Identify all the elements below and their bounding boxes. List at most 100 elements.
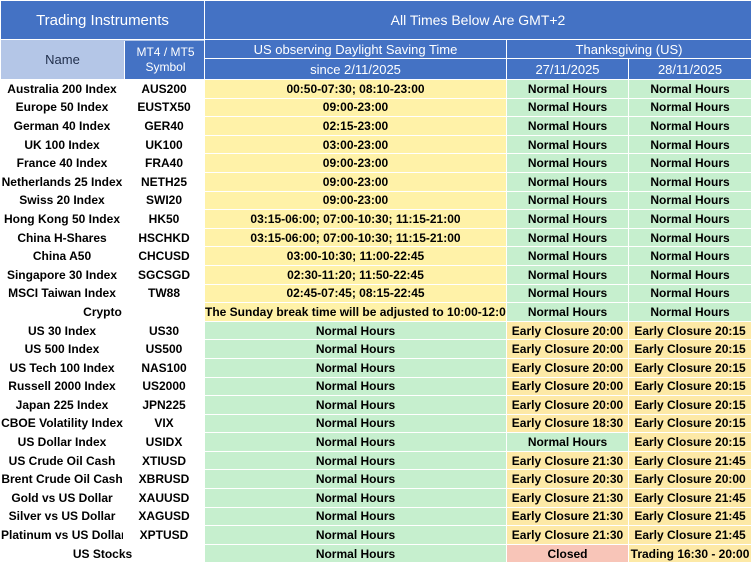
instrument-symbol: XPTUSD <box>124 526 205 545</box>
hours-date1: Early Closure 20:00 <box>507 340 629 359</box>
instrument-symbol: TW88 <box>124 284 205 303</box>
hours-since: Normal Hours <box>205 358 507 377</box>
hours-since: 02:30-11:20; 11:50-22:45 <box>205 265 507 284</box>
instrument-name: Swiss 20 Index <box>1 191 124 210</box>
instrument-name: France 40 Index <box>1 154 124 173</box>
table-row: US Crude Oil CashXTIUSDNormal HoursEarly… <box>1 451 751 470</box>
instrument-name: Europe 50 Index <box>1 98 124 117</box>
instrument-name: China A50 <box>1 247 124 266</box>
hours-since: Normal Hours <box>205 433 507 452</box>
hours-date1: Early Closure 20:00 <box>507 377 629 396</box>
hours-date1: Early Closure 20:00 <box>507 321 629 340</box>
hours-date2: Early Closure 20:15 <box>629 433 751 452</box>
table-row: China A50CHCUSD03:00-10:30; 11:00-22:45N… <box>1 247 751 266</box>
symbol-header-line1: MT4 / MT5 <box>125 45 205 60</box>
hours-date2: Early Closure 21:45 <box>629 451 751 470</box>
table-row: CBOE Volatility IndexVIXNormal HoursEarl… <box>1 414 751 433</box>
hours-date2: Normal Hours <box>629 172 751 191</box>
hours-since: Normal Hours <box>205 544 507 563</box>
instrument-name: Singapore 30 Index <box>1 265 124 284</box>
instrument-symbol: JPN225 <box>124 396 205 415</box>
dst-note: US observing Daylight Saving Time <box>205 40 507 59</box>
instrument-symbol: US500 <box>124 340 205 359</box>
hours-since: Normal Hours <box>205 414 507 433</box>
hours-date1: Closed <box>507 544 629 563</box>
instrument-symbol: USIDX <box>124 433 205 452</box>
instrument-symbol: XAGUSD <box>124 507 205 526</box>
instrument-symbol: FRA40 <box>124 154 205 173</box>
hours-date1: Normal Hours <box>507 303 629 322</box>
instrument-name: Australia 200 Index <box>1 80 124 99</box>
hours-date1: Normal Hours <box>507 172 629 191</box>
hours-date1: Normal Hours <box>507 135 629 154</box>
table-row: China H-SharesHSCHKD03:15-06:00; 07:00-1… <box>1 228 751 247</box>
instrument-symbol: UK100 <box>124 135 205 154</box>
instrument-name: US 500 Index <box>1 340 124 359</box>
hours-date1: Early Closure 20:00 <box>507 358 629 377</box>
hours-date2: Normal Hours <box>629 191 751 210</box>
table-body: Australia 200 IndexAUS20000:50-07:30; 08… <box>1 80 751 563</box>
hours-date1: Normal Hours <box>507 247 629 266</box>
instrument-name: CBOE Volatility Index <box>1 414 124 433</box>
hours-date2: Early Closure 20:00 <box>629 470 751 489</box>
table-row: US Tech 100 IndexNAS100Normal HoursEarly… <box>1 358 751 377</box>
symbol-header: MT4 / MT5 Symbol <box>124 41 205 79</box>
hours-date1: Normal Hours <box>507 265 629 284</box>
instrument-symbol: EUSTX50 <box>124 98 205 117</box>
table-row: Singapore 30 IndexSGCSGD02:30-11:20; 11:… <box>1 265 751 284</box>
hours-date2: Normal Hours <box>629 247 751 266</box>
instrument-symbol: GER40 <box>124 117 205 136</box>
hours-date2: Early Closure 20:15 <box>629 377 751 396</box>
hours-date2: Early Closure 21:45 <box>629 526 751 545</box>
table-row: France 40 IndexFRA4009:00-23:00Normal Ho… <box>1 154 751 173</box>
holiday-header: Thanksgiving (US) <box>507 40 751 59</box>
hours-since: 09:00-23:00 <box>205 172 507 191</box>
hours-date2: Normal Hours <box>629 135 751 154</box>
hours-since: 00:50-07:30; 08:10-23:00 <box>205 80 507 99</box>
hours-since: 03:00-23:00 <box>205 135 507 154</box>
hours-since: Normal Hours <box>205 377 507 396</box>
instrument-name: Gold vs US Dollar <box>1 489 124 508</box>
hours-date1: Normal Hours <box>507 80 629 99</box>
instrument-name: US 30 Index <box>1 321 124 340</box>
hours-since: Normal Hours <box>205 396 507 415</box>
instrument-symbol: XBRUSD <box>124 470 205 489</box>
hours-since: Normal Hours <box>205 340 507 359</box>
hours-date1: Early Closure 21:30 <box>507 526 629 545</box>
table-row: Netherlands 25 IndexNETH2509:00-23:00Nor… <box>1 172 751 191</box>
instrument-name: Russell 2000 Index <box>1 377 124 396</box>
instrument-name: Crypto <box>1 303 205 322</box>
table-row: Europe 50 IndexEUSTX5009:00-23:00Normal … <box>1 98 751 117</box>
instrument-name: Hong Kong 50 Index <box>1 210 124 229</box>
hours-date1: Normal Hours <box>507 433 629 452</box>
hours-date1: Early Closure 18:30 <box>507 414 629 433</box>
table-row: Silver vs US DollarXAGUSDNormal HoursEar… <box>1 507 751 526</box>
table-row: UK 100 IndexUK10003:00-23:00Normal Hours… <box>1 135 751 154</box>
table-row: Japan 225 IndexJPN225Normal HoursEarly C… <box>1 396 751 415</box>
hours-since: 02:45-07:45; 08:15-22:45 <box>205 284 507 303</box>
hours-since: 09:00-23:00 <box>205 191 507 210</box>
hours-date2: Normal Hours <box>629 98 751 117</box>
table-row: US Dollar IndexUSIDXNormal HoursNormal H… <box>1 433 751 452</box>
hours-since: 02:15-23:00 <box>205 117 507 136</box>
hours-date2: Early Closure 21:45 <box>629 507 751 526</box>
table-row: US 30 IndexUS30Normal HoursEarly Closure… <box>1 321 751 340</box>
table-row: Brent Crude Oil CashXBRUSDNormal HoursEa… <box>1 470 751 489</box>
hours-date2: Early Closure 20:15 <box>629 358 751 377</box>
hours-since: 03:15-06:00; 07:00-10:30; 11:15-21:00 <box>205 228 507 247</box>
hours-since: 09:00-23:00 <box>205 154 507 173</box>
table-row: MSCI Taiwan IndexTW8802:45-07:45; 08:15-… <box>1 284 751 303</box>
hours-date2: Normal Hours <box>629 117 751 136</box>
table-row: German 40 IndexGER4002:15-23:00Normal Ho… <box>1 117 751 136</box>
hours-date2: Normal Hours <box>629 80 751 99</box>
hours-since: Normal Hours <box>205 451 507 470</box>
instrument-symbol: SGCSGD <box>124 265 205 284</box>
hours-date2: Normal Hours <box>629 265 751 284</box>
hours-date2: Normal Hours <box>629 228 751 247</box>
hours-date1: Early Closure 20:00 <box>507 396 629 415</box>
instrument-symbol: SWI20 <box>124 191 205 210</box>
gmt-note: All Times Below Are GMT+2 <box>205 1 751 40</box>
hours-since: Normal Hours <box>205 526 507 545</box>
hours-since: Normal Hours <box>205 470 507 489</box>
instrument-symbol: NETH25 <box>124 172 205 191</box>
